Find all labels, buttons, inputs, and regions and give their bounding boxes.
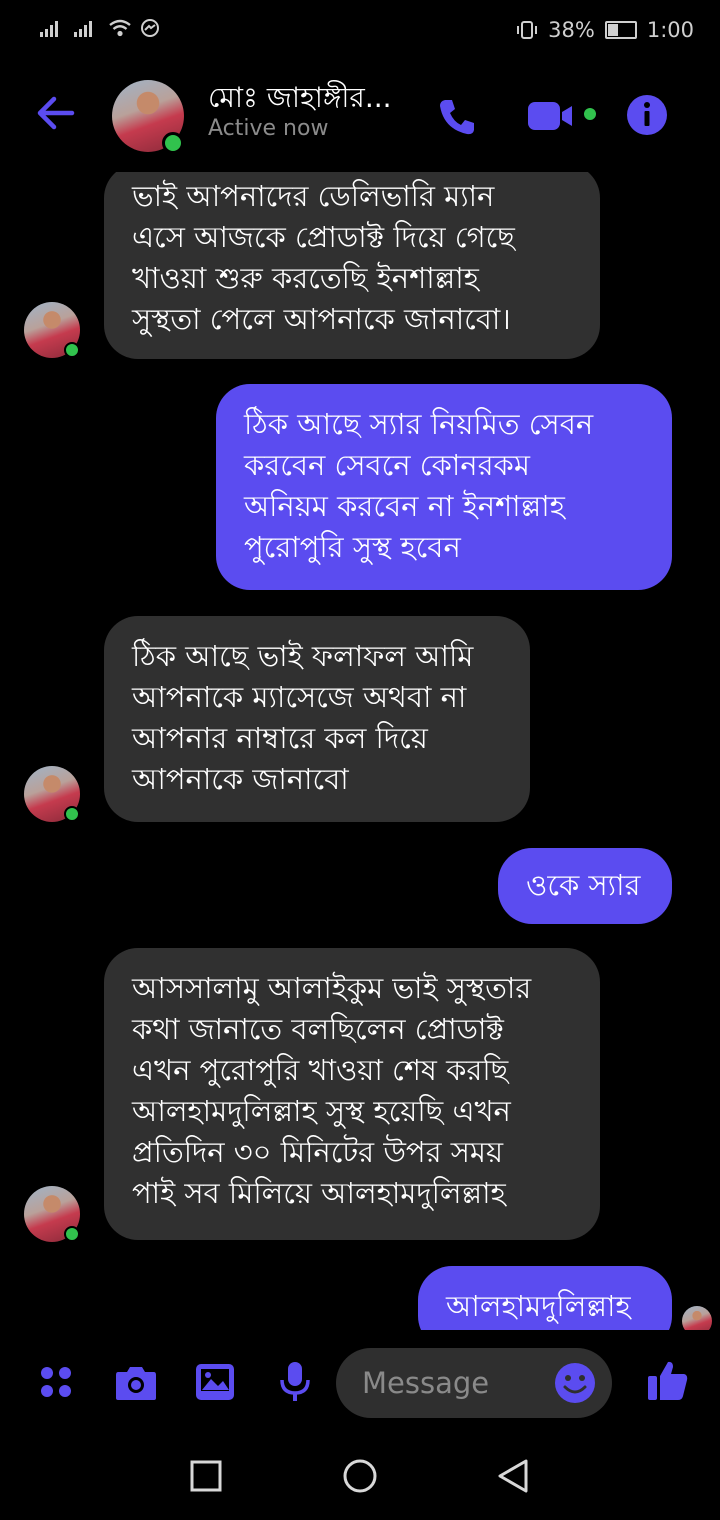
video-camera-icon[interactable] [528, 98, 578, 134]
battery-percent: 38% [548, 18, 595, 42]
camera-icon[interactable] [114, 1364, 158, 1402]
message-line: এখন পুরোপুরি খাওয়া শেষ করছি [132, 1053, 509, 1087]
home-icon[interactable] [342, 1458, 378, 1494]
status-right: 38% 1:00 [516, 18, 694, 42]
thumbs-up-icon[interactable] [646, 1358, 690, 1402]
status-left [40, 18, 160, 38]
status-bar: 38% 1:00 [0, 0, 720, 62]
messenger-notification-icon [141, 19, 159, 37]
wifi-icon [109, 19, 131, 37]
online-indicator [162, 132, 184, 154]
battery-icon [604, 21, 637, 39]
message-line: আলহামদুলিল্লাহ [446, 1289, 631, 1323]
message-line: কথা জানাতে বলছিলেন প্রোডাক্ট [132, 1012, 504, 1046]
online-indicator [64, 342, 80, 358]
emoji-icon[interactable] [554, 1362, 596, 1404]
message-line: আসসালামু আলাইকুম ভাই সুস্থতার [132, 971, 532, 1005]
message-list[interactable]: ভাই আপনাদের ডেলিভারি ম্যান এসে আজকে প্রো… [0, 172, 720, 1330]
incoming-message-bubble[interactable]: আসসালামু আলাইকুম ভাই সুস্থতার কথা জানাতে… [104, 948, 600, 1240]
gallery-icon[interactable] [194, 1362, 236, 1402]
vibrate-icon [517, 21, 538, 39]
message-input[interactable]: Message [336, 1348, 612, 1418]
chat-header: মোঃ জাহাঙ্গীর... Active now [0, 62, 720, 172]
message-line: ঠিক আছে ভাই ফলাফল আমি [132, 639, 474, 673]
online-indicator [64, 806, 80, 822]
clock: 1:00 [646, 18, 694, 42]
microphone-icon[interactable] [278, 1360, 312, 1404]
online-indicator [64, 1226, 80, 1242]
phone-icon[interactable] [436, 96, 478, 138]
message-line: ঠিক আছে স্যার নিয়মিত সেবন [244, 407, 594, 441]
presence-status: Active now [208, 116, 329, 141]
message-line: করবেন সেবনে কোনরকম [244, 448, 530, 482]
message-line: প্রতিদিন ৩০ মিনিটের উপর সময় [132, 1135, 504, 1169]
info-icon[interactable] [626, 94, 668, 136]
message-line: আপনার নাম্বারে কল দিয়ে [132, 721, 428, 755]
signal-icon [74, 21, 92, 37]
message-line: আলহামদুলিল্লাহ সুস্থ হয়েছি এখন [132, 1094, 511, 1128]
message-line: পাই সব মিলিয়ে আলহামদুলিল্লাহ [132, 1176, 506, 1210]
back-icon[interactable] [496, 1458, 530, 1494]
system-nav-bar [0, 1430, 720, 1520]
message-line: এসে আজকে প্রোডাক্ট দিয়ে গেছে [132, 220, 515, 254]
message-line: অনিয়ম করবেন না ইনশাল্লাহ [244, 489, 565, 523]
read-receipt-avatar [682, 1306, 712, 1330]
recent-apps-icon[interactable] [190, 1460, 222, 1492]
outgoing-message-bubble[interactable]: আলহামদুলিল্লাহ [418, 1266, 672, 1330]
message-placeholder: Message [362, 1366, 490, 1400]
message-line: ওকে স্যার [526, 868, 641, 902]
signal-icon [40, 21, 58, 37]
message-line: আপনাকে ম্যাসেজে অথবা না [132, 680, 467, 714]
message-line: ভাই আপনাদের ডেলিভারি ম্যান [132, 179, 495, 213]
message-line: খাওয়া শুরু করতেছি ইনশাল্লাহ [132, 261, 479, 295]
back-arrow-icon[interactable] [34, 92, 76, 134]
incoming-message-bubble[interactable]: ভাই আপনাদের ডেলিভারি ম্যান এসে আজকে প্রো… [104, 172, 600, 359]
message-line: সুস্থতা পেলে আপনাকে জানাবো। [132, 302, 511, 336]
message-composer: Message [0, 1340, 720, 1430]
outgoing-message-bubble[interactable]: ঠিক আছে স্যার নিয়মিত সেবন করবেন সেবনে ক… [216, 384, 672, 590]
incoming-message-bubble[interactable]: ঠিক আছে ভাই ফলাফল আমি আপনাকে ম্যাসেজে অথ… [104, 616, 530, 822]
outgoing-message-bubble[interactable]: ওকে স্যার [498, 848, 672, 924]
message-line: পুরোপুরি সুস্থ হবেন [244, 530, 461, 564]
video-online-indicator [584, 108, 596, 120]
apps-icon[interactable] [38, 1364, 74, 1400]
message-line: আপনাকে জানাবো [132, 762, 349, 796]
